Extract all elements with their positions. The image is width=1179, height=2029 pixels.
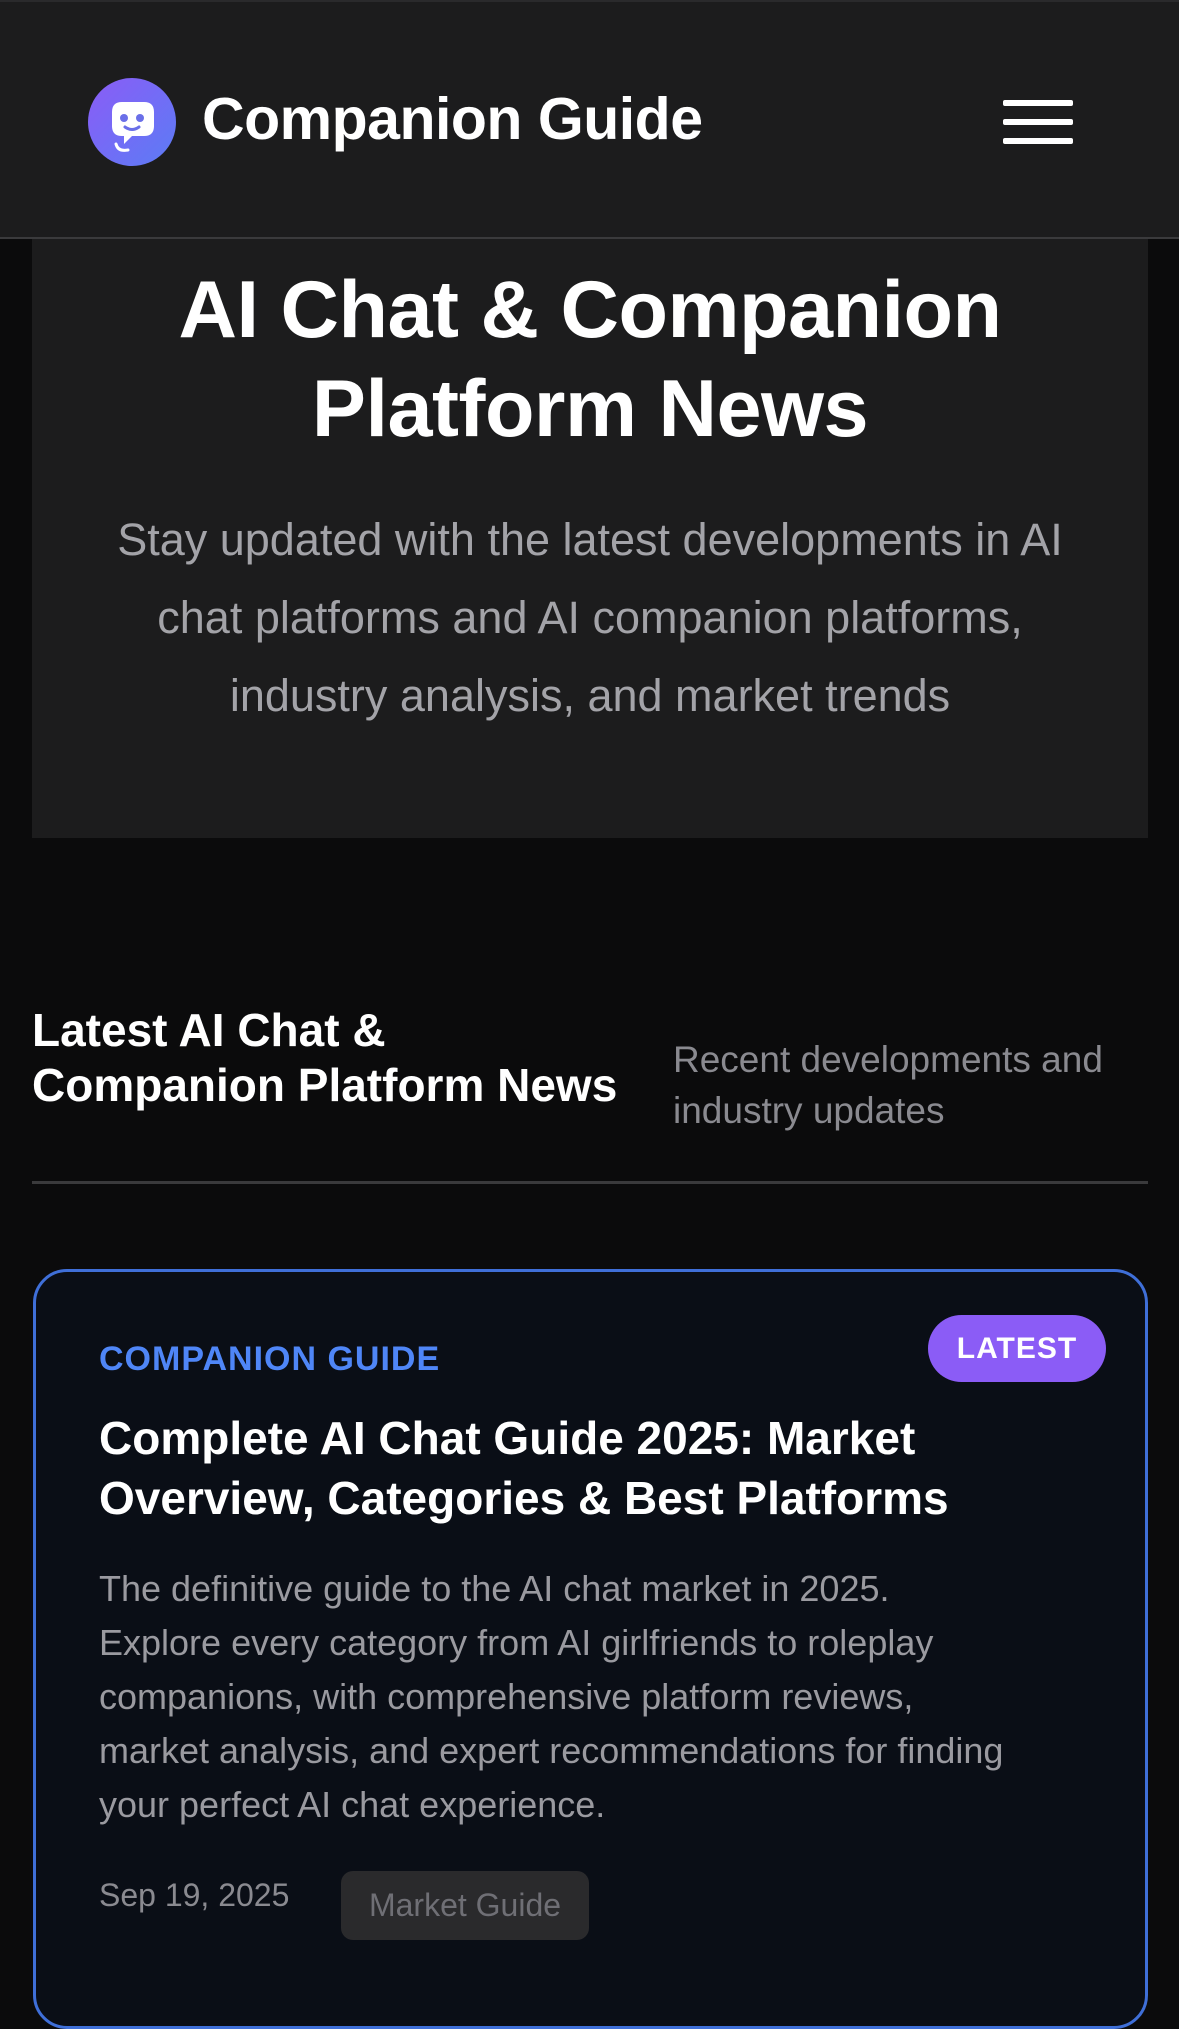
brand-name[interactable]: Companion Guide	[202, 84, 703, 154]
section-divider	[32, 1181, 1148, 1184]
section-subtitle-line: industry updates	[673, 1090, 945, 1131]
hamburger-menu-icon[interactable]	[1000, 98, 1076, 146]
article-excerpt-line: your perfect AI chat experience.	[99, 1784, 606, 1825]
article-title-line: Overview, Categories & Best Platforms	[99, 1472, 949, 1524]
page-title-line: AI Chat & Companion	[178, 265, 1002, 355]
chat-bubble-icon[interactable]	[88, 78, 176, 166]
article-card[interactable]: COMPANION GUIDE LATEST Complete AI Chat …	[33, 1269, 1148, 2029]
logo-graphic	[112, 102, 154, 152]
page-title: AI Chat & Companion Platform News	[32, 261, 1148, 459]
section-title-line: Latest AI Chat &	[32, 1004, 386, 1056]
page-subtitle-line: Stay updated with the latest development…	[117, 514, 1063, 565]
article-excerpt-line: market analysis, and expert recommendati…	[99, 1730, 1004, 1771]
article-date: Sep 19, 2025	[99, 1877, 290, 1913]
page-subtitle-line: industry analysis, and market trends	[229, 670, 951, 721]
section-subtitle-line: Recent developments and	[673, 1039, 1103, 1080]
menu-bar	[1003, 119, 1073, 125]
article-category[interactable]: COMPANION GUIDE	[99, 1340, 440, 1379]
article-tag[interactable]: Market Guide	[341, 1871, 589, 1940]
menu-bar	[1003, 138, 1073, 144]
page-subtitle: Stay updated with the latest development…	[72, 501, 1108, 735]
article-excerpt: The definitive guide to the AI chat mark…	[99, 1562, 1099, 1832]
article-title-line: Complete AI Chat Guide 2025: Market	[99, 1412, 916, 1464]
article-excerpt-line: The definitive guide to the AI chat mark…	[99, 1568, 890, 1609]
section-subtitle: Recent developments and industry updates	[673, 1034, 1153, 1136]
site-header: Companion Guide	[0, 0, 1179, 239]
article-excerpt-line: Explore every category from AI girlfrien…	[99, 1622, 934, 1663]
menu-bar	[1003, 100, 1073, 106]
article-title[interactable]: Complete AI Chat Guide 2025: Market Over…	[99, 1408, 1099, 1528]
section-title: Latest AI Chat & Companion Platform News	[32, 1003, 652, 1113]
page-title-line: Platform News	[311, 364, 869, 454]
page-subtitle-line: chat platforms and AI companion platform…	[157, 592, 1023, 643]
hero-section: AI Chat & Companion Platform News Stay u…	[32, 239, 1148, 838]
article-excerpt-line: companions, with comprehensive platform …	[99, 1676, 914, 1717]
latest-badge: LATEST	[928, 1315, 1106, 1382]
section-title-line: Companion Platform News	[32, 1059, 618, 1111]
